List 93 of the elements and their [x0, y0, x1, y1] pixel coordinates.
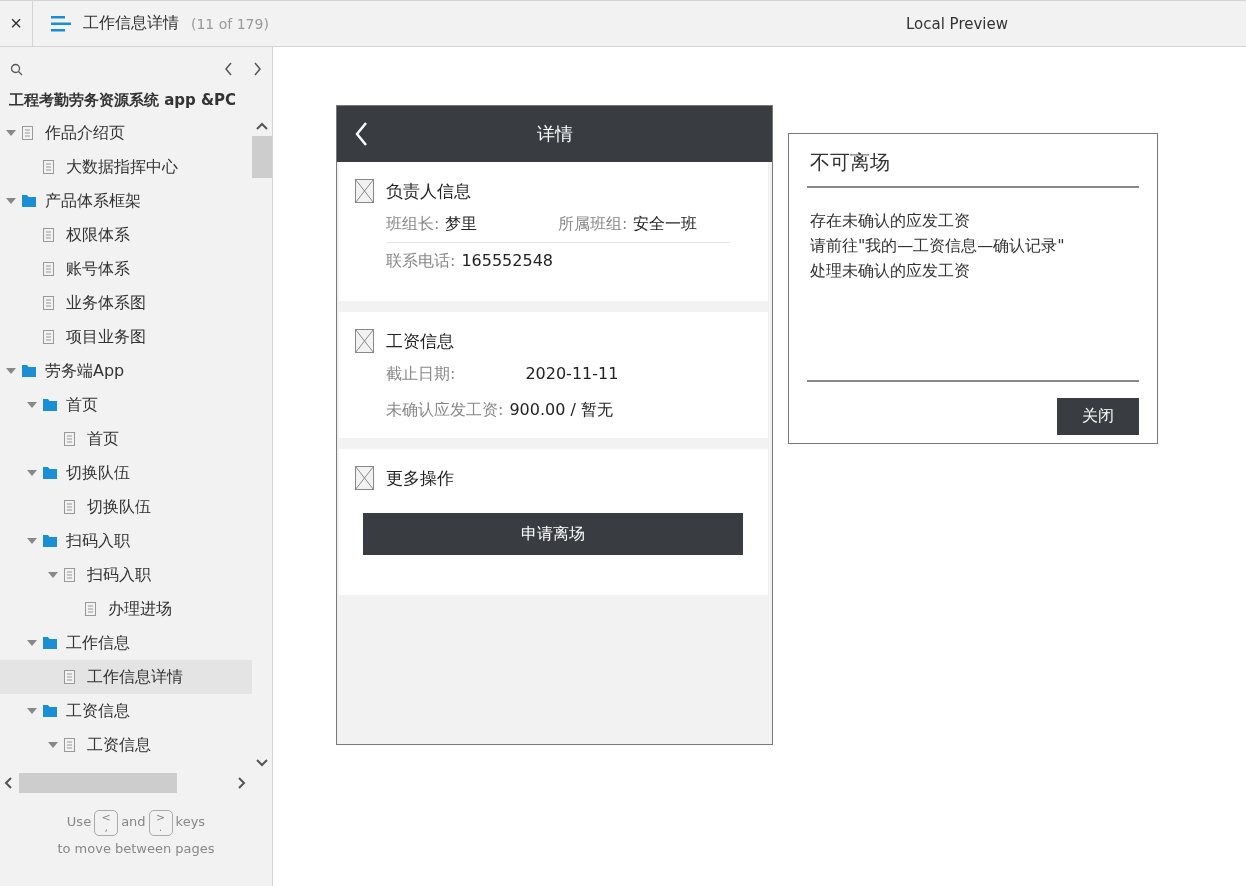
preview-label: Local Preview: [905, 14, 1008, 33]
page-icon: [64, 670, 75, 684]
screen-title: 详情: [536, 122, 573, 146]
tree-item[interactable]: 大数据指挥中心: [0, 150, 252, 184]
expanded-triangle-icon[interactable]: [27, 538, 37, 544]
tree-item[interactable]: 劳务端App: [0, 354, 252, 388]
folder-icon: [43, 705, 57, 717]
tree-item[interactable]: 切换队伍: [0, 456, 252, 490]
expanded-triangle-icon[interactable]: [27, 708, 37, 714]
field-label: 截止日期:: [386, 363, 456, 385]
page-icon: [85, 602, 96, 616]
expanded-triangle-icon[interactable]: [27, 640, 37, 646]
tree-item[interactable]: 业务体系图: [0, 286, 252, 320]
help-text: Use: [66, 814, 92, 829]
tree-item[interactable]: 切换队伍: [0, 490, 252, 524]
page-icon: [64, 432, 75, 446]
tree-item[interactable]: 作品介绍页: [0, 116, 252, 150]
expanded-triangle-icon[interactable]: [27, 470, 37, 476]
page-icon: [64, 738, 75, 752]
section-title: 更多操作: [386, 466, 454, 490]
page-icon: [43, 160, 54, 174]
page-icon: [43, 228, 54, 242]
menu-icon[interactable]: [51, 15, 71, 32]
field-label: 所属班组:: [558, 213, 628, 235]
expanded-triangle-icon[interactable]: [48, 742, 58, 748]
field-label: 未确认应发工资:: [386, 399, 504, 421]
previous-icon[interactable]: [224, 62, 233, 76]
dialog-title: 不可离场: [807, 134, 1139, 188]
apply-leave-button[interactable]: 申请离场: [363, 513, 743, 555]
folder-icon: [43, 467, 57, 479]
tree-item[interactable]: 扫码入职: [0, 558, 252, 592]
field-value: 安全一班: [633, 213, 698, 235]
tree-item[interactable]: 工资信息: [0, 728, 252, 762]
dialog-message: 请前往"我的—工资信息—确认记录": [810, 235, 1066, 257]
section-title: 工资信息: [386, 329, 454, 353]
field-value: 梦里: [445, 213, 478, 235]
close-dialog-button[interactable]: 关闭: [1057, 398, 1139, 435]
tree-item[interactable]: 首页: [0, 422, 252, 456]
tree-item[interactable]: 产品体系框架: [0, 184, 252, 218]
expanded-triangle-icon[interactable]: [6, 368, 16, 374]
tree-item[interactable]: 扫码入职: [0, 524, 252, 558]
next-icon[interactable]: [253, 62, 262, 76]
field-value: 2020-11-11: [525, 363, 619, 385]
image-placeholder-icon: [355, 329, 374, 353]
expanded-triangle-icon[interactable]: [27, 402, 37, 408]
field-value: 165552548: [461, 250, 553, 272]
tree-item[interactable]: 项目业务图: [0, 320, 252, 354]
help-text: and: [121, 814, 146, 829]
image-placeholder-icon: [355, 179, 374, 203]
scroll-left-icon[interactable]: [4, 777, 12, 789]
tree-item[interactable]: 工作信息: [0, 626, 252, 660]
field-label: 联系电话:: [386, 250, 456, 272]
page-icon: [22, 126, 33, 140]
search-icon[interactable]: [10, 62, 23, 76]
tree-item[interactable]: 账号体系: [0, 252, 252, 286]
scroll-up-icon[interactable]: [256, 122, 268, 130]
key-cap: > .: [148, 809, 173, 836]
page-icon: [43, 330, 54, 344]
close-button[interactable]: ×: [0, 1, 33, 46]
page-icon: [64, 500, 75, 514]
page-title: 工作信息详情: [83, 13, 179, 34]
back-icon[interactable]: [355, 122, 368, 146]
expanded-triangle-icon[interactable]: [6, 130, 16, 136]
dialog-message: 存在未确认的应发工资: [810, 210, 971, 232]
folder-icon: [43, 637, 57, 649]
scrollbar-thumb[interactable]: [19, 773, 177, 793]
folder-icon: [43, 535, 57, 547]
page-icon: [43, 262, 54, 276]
page-icon: [64, 568, 75, 582]
field-label: 班组长:: [386, 213, 440, 235]
help-text: keys: [175, 814, 206, 829]
project-title: 工程考勤劳务资源系统 app &PC: [8, 91, 238, 111]
section-title: 负责人信息: [386, 179, 471, 203]
page-count: (11 of 179): [191, 15, 269, 32]
tree-item[interactable]: 首页: [0, 388, 252, 422]
folder-icon: [22, 195, 36, 207]
dialog-message: 处理未确认的应发工资: [810, 260, 971, 282]
scroll-right-icon[interactable]: [238, 777, 246, 789]
scrollbar-thumb[interactable]: [252, 136, 272, 178]
tree-item[interactable]: 工作信息详情: [0, 660, 252, 694]
key-cap: < ,: [94, 809, 119, 836]
tree-item[interactable]: 办理进场: [0, 592, 252, 626]
tree-item[interactable]: 权限体系: [0, 218, 252, 252]
expanded-triangle-icon[interactable]: [48, 572, 58, 578]
scroll-down-icon[interactable]: [256, 759, 268, 767]
help-text: to move between pages: [56, 839, 216, 858]
tree-item[interactable]: 工资信息: [0, 694, 252, 728]
field-value: 900.00 / 暂无: [509, 399, 613, 421]
image-placeholder-icon: [355, 466, 374, 490]
expanded-triangle-icon[interactable]: [6, 198, 16, 204]
page-icon: [43, 296, 54, 310]
folder-icon: [43, 399, 57, 411]
folder-icon: [22, 365, 36, 377]
